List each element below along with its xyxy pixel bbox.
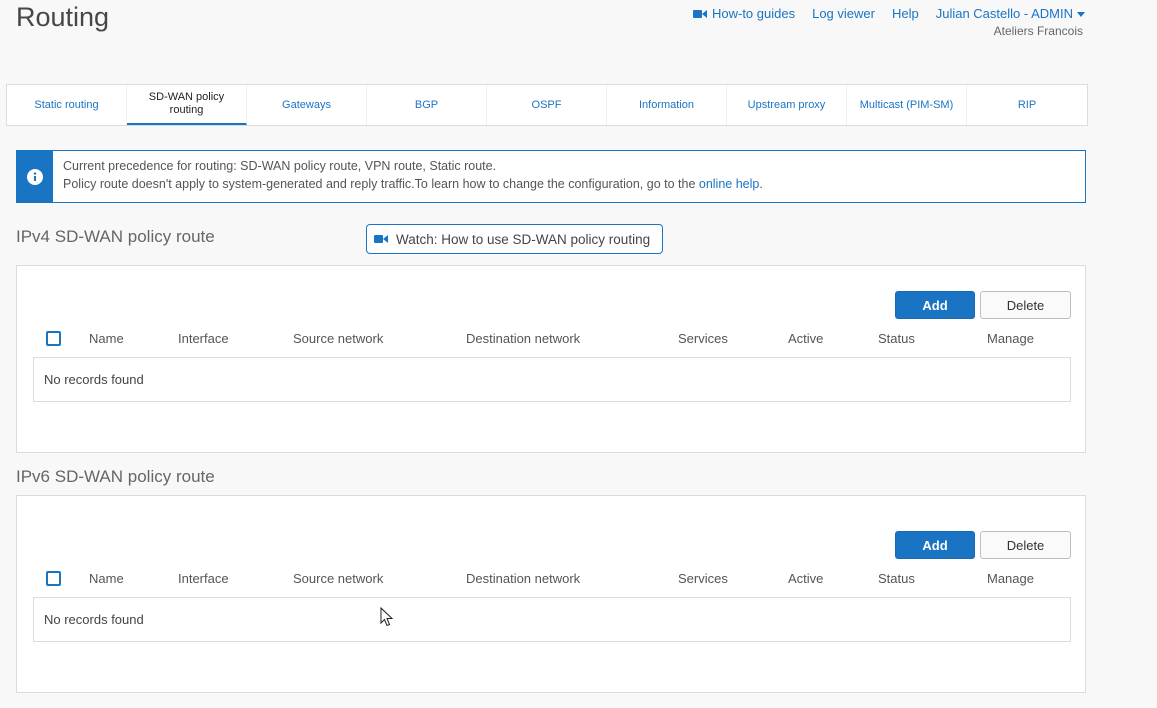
user-name: Julian Castello - ADMIN: [935, 6, 1073, 21]
ipv6-policy-route-panel: Add Delete Name Interface Source network…: [16, 495, 1086, 693]
info-line-2-text: Policy route doesn't apply to system-gen…: [63, 177, 699, 191]
ipv6-empty-records: No records found: [33, 597, 1071, 642]
ipv6-select-all-checkbox[interactable]: [46, 571, 61, 586]
how-to-guides-label: How-to guides: [711, 6, 796, 21]
info-banner-side: [17, 151, 53, 202]
column-header-services: Services: [678, 571, 728, 586]
video-camera-icon: [374, 235, 388, 243]
ipv6-section-title: IPv6 SD-WAN policy route: [16, 467, 215, 486]
tab-information[interactable]: Information: [607, 85, 727, 125]
info-line-1: Current precedence for routing: SD-WAN p…: [63, 159, 497, 173]
mouse-cursor-icon: [380, 607, 393, 627]
info-icon: [27, 168, 43, 185]
column-header-interface: Interface: [178, 571, 229, 586]
ipv6-add-button[interactable]: Add: [895, 531, 975, 559]
tab-ospf[interactable]: OSPF: [487, 85, 607, 125]
tab-upstream-proxy[interactable]: Upstream proxy: [727, 85, 847, 125]
column-header-active: Active: [788, 571, 824, 586]
watch-video-button[interactable]: Watch: How to use SD-WAN policy routing: [366, 224, 663, 254]
ipv4-delete-button[interactable]: Delete: [980, 291, 1071, 319]
tab-multicast[interactable]: Multicast (PIM-SM): [847, 85, 967, 125]
user-menu[interactable]: Julian Castello - ADMIN: [936, 6, 1085, 21]
column-header-status: Status: [878, 331, 915, 346]
info-text: Current precedence for routing: SD-WAN p…: [53, 151, 763, 202]
column-header-status: Status: [878, 571, 915, 586]
watch-video-label: Watch: How to use SD-WAN policy routing: [396, 231, 651, 247]
column-header-source-network: Source network: [293, 331, 384, 346]
ipv4-section-title: IPv4 SD-WAN policy route: [16, 227, 215, 246]
column-header-interface: Interface: [178, 331, 229, 346]
top-navigation: How-to guides Log viewer Help Julian Cas…: [692, 6, 1085, 21]
ipv6-delete-button[interactable]: Delete: [980, 531, 1071, 559]
page-title: Routing: [16, 2, 110, 32]
organization-name: Ateliers Francois: [993, 24, 1083, 38]
column-header-active: Active: [788, 331, 824, 346]
ipv4-add-button[interactable]: Add: [895, 291, 975, 319]
ipv4-policy-route-panel: Add Delete Name Interface Source network…: [16, 265, 1086, 453]
info-line-2-end: .: [759, 177, 763, 191]
column-header-destination-network: Destination network: [466, 331, 581, 346]
tab-rip[interactable]: RIP: [967, 85, 1087, 125]
caret-down-icon: [1077, 11, 1085, 17]
column-header-name: Name: [89, 571, 124, 586]
routing-tabs: Static routing SD-WAN policy routing Gat…: [6, 84, 1088, 126]
info-line-2: Policy route doesn't apply to system-gen…: [63, 175, 763, 193]
column-header-destination-network: Destination network: [466, 571, 581, 586]
online-help-link[interactable]: online help: [699, 177, 759, 191]
column-header-name: Name: [89, 331, 124, 346]
tab-sd-wan-policy-routing[interactable]: SD-WAN policy routing: [127, 85, 247, 125]
tab-static-routing[interactable]: Static routing: [7, 85, 127, 125]
column-header-manage: Manage: [987, 331, 1034, 346]
column-header-manage: Manage: [987, 571, 1034, 586]
video-camera-icon: [692, 9, 707, 18]
how-to-guides-link[interactable]: How-to guides: [692, 6, 796, 21]
column-header-services: Services: [678, 331, 728, 346]
info-banner: Current precedence for routing: SD-WAN p…: [16, 150, 1086, 203]
help-link[interactable]: Help: [892, 6, 919, 21]
column-header-source-network: Source network: [293, 571, 384, 586]
tab-bgp[interactable]: BGP: [367, 85, 487, 125]
tab-gateways[interactable]: Gateways: [247, 85, 367, 125]
ipv4-empty-records: No records found: [33, 357, 1071, 402]
log-viewer-link[interactable]: Log viewer: [812, 6, 875, 21]
ipv4-select-all-checkbox[interactable]: [46, 331, 61, 346]
